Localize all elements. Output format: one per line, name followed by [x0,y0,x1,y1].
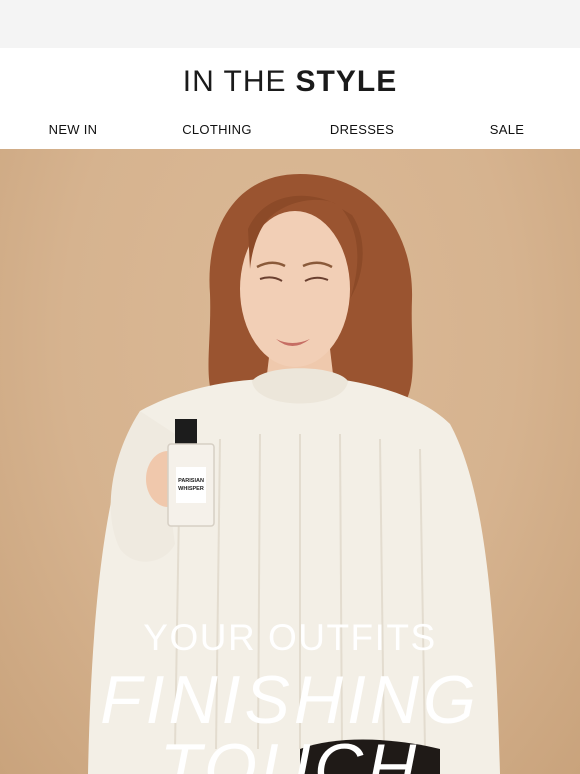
nav-link-new-in[interactable]: NEW IN [49,122,98,137]
hero-headline-line2: FINISHING [100,662,480,738]
nav-link-dresses[interactable]: DRESSES [330,122,394,137]
logo-text-light: IN THE [182,65,287,98]
hero-headline-line3: TOUCH [159,730,421,774]
bottle-label-line2: WHISPER [178,486,204,492]
brand-logo[interactable]: IN THE STYLE [0,48,580,116]
bottle-label-line1: PARISIAN [178,478,204,484]
preheader-bar [0,0,580,48]
hero-banner[interactable]: PARISIAN WHISPER YOUR OUTFITS FINISHING … [0,149,580,774]
nav-link-sale[interactable]: SALE [490,122,524,137]
logo-text-bold: STYLE [295,65,398,98]
hero-headline-line1: YOUR OUTFITS [143,617,437,658]
main-nav: NEW IN CLOTHING DRESSES SALE [0,116,580,148]
nav-link-clothing[interactable]: CLOTHING [182,122,252,137]
